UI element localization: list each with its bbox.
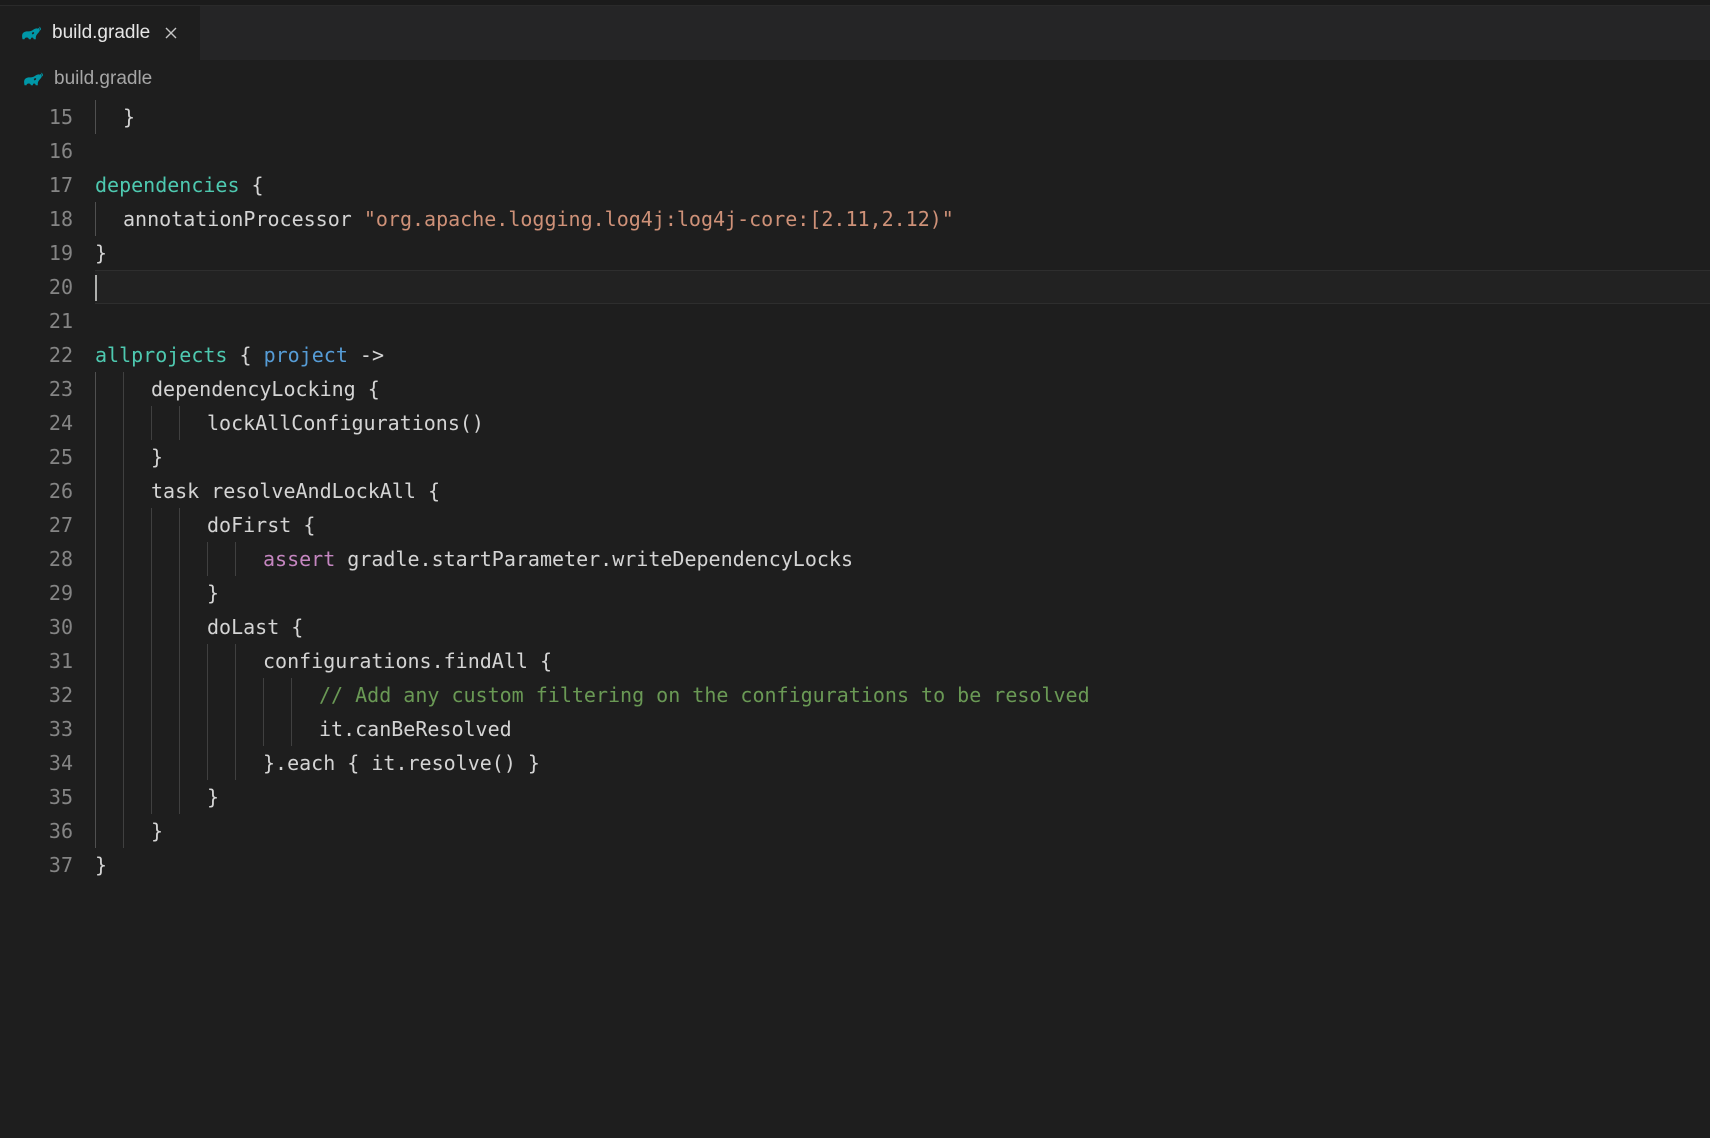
code-token: }: [95, 236, 107, 270]
code-token: }: [151, 440, 163, 474]
line-number: 34: [0, 746, 73, 780]
code-editor[interactable]: 1516171819202122232425262728293031323334…: [0, 98, 1710, 1138]
code-token: dependencyLocking {: [151, 372, 380, 406]
line-number: 24: [0, 406, 73, 440]
code-token: lockAllConfigurations(): [207, 406, 484, 440]
tab-build-gradle[interactable]: build.gradle: [0, 6, 201, 60]
editor-tabbar: build.gradle: [0, 6, 1710, 60]
code-line[interactable]: configurations.findAll {: [95, 644, 1710, 678]
line-number: 26: [0, 474, 73, 508]
code-line[interactable]: dependencies {: [95, 168, 1710, 202]
line-number: 18: [0, 202, 73, 236]
breadcrumb-filename[interactable]: build.gradle: [54, 68, 152, 90]
code-token: gradle.startParameter.writeDependencyLoc…: [335, 542, 853, 576]
line-number: 28: [0, 542, 73, 576]
code-line[interactable]: allprojects { project ->: [95, 338, 1710, 372]
code-token: {: [240, 168, 264, 202]
line-number: 37: [0, 848, 73, 882]
code-token: }.each { it.resolve() }: [263, 746, 540, 780]
gradle-elephant-icon: [22, 70, 44, 88]
code-line[interactable]: }: [95, 100, 1710, 134]
code-line[interactable]: it.canBeResolved: [95, 712, 1710, 746]
code-token: }: [207, 576, 219, 610]
code-token: assert: [263, 542, 335, 576]
code-token: }: [95, 848, 107, 882]
line-number: 33: [0, 712, 73, 746]
line-number: 32: [0, 678, 73, 712]
line-number: 25: [0, 440, 73, 474]
code-token: "org.apache.logging.log4j:log4j-core:[2.…: [364, 202, 954, 236]
line-number: 23: [0, 372, 73, 406]
code-line[interactable]: dependencyLocking {: [95, 372, 1710, 406]
code-token: ->: [348, 338, 384, 372]
code-token: // Add any custom filtering on the confi…: [319, 678, 1090, 712]
line-number: 29: [0, 576, 73, 610]
code-token: }: [207, 780, 219, 814]
code-line[interactable]: [95, 134, 1710, 168]
code-token: {: [227, 338, 263, 372]
tab-label: build.gradle: [52, 22, 150, 44]
code-token: doLast {: [207, 610, 303, 644]
code-line[interactable]: lockAllConfigurations(): [95, 406, 1710, 440]
code-line[interactable]: [95, 304, 1710, 338]
code-line[interactable]: doFirst {: [95, 508, 1710, 542]
breadcrumb-bar: build.gradle: [0, 60, 1710, 98]
code-token: }: [123, 100, 135, 134]
code-content[interactable]: }dependencies {annotationProcessor "org.…: [95, 98, 1710, 1138]
line-number: 36: [0, 814, 73, 848]
code-token: it.canBeResolved: [319, 712, 512, 746]
line-number: 30: [0, 610, 73, 644]
line-number: 17: [0, 168, 73, 202]
code-token: }: [151, 814, 163, 848]
text-cursor: [95, 275, 97, 301]
line-number: 21: [0, 304, 73, 338]
code-line[interactable]: }: [95, 814, 1710, 848]
code-line[interactable]: }: [95, 576, 1710, 610]
line-number: 22: [0, 338, 73, 372]
code-token: project: [264, 338, 348, 372]
code-line[interactable]: // Add any custom filtering on the confi…: [95, 678, 1710, 712]
line-number: 35: [0, 780, 73, 814]
code-token: configurations.findAll {: [263, 644, 552, 678]
code-line[interactable]: task resolveAndLockAll {: [95, 474, 1710, 508]
line-number-gutter: 1516171819202122232425262728293031323334…: [0, 98, 95, 1138]
line-number: 20: [0, 270, 73, 304]
code-token: allprojects: [95, 338, 227, 372]
code-line[interactable]: }.each { it.resolve() }: [95, 746, 1710, 780]
code-line[interactable]: annotationProcessor "org.apache.logging.…: [95, 202, 1710, 236]
code-token: dependencies: [95, 168, 240, 202]
code-line[interactable]: }: [95, 848, 1710, 882]
code-line[interactable]: }: [95, 236, 1710, 270]
line-number: 16: [0, 134, 73, 168]
code-token: task resolveAndLockAll {: [151, 474, 440, 508]
line-number: 15: [0, 100, 73, 134]
line-number: 27: [0, 508, 73, 542]
code-line[interactable]: }: [95, 780, 1710, 814]
code-line[interactable]: [95, 270, 1710, 304]
line-number: 31: [0, 644, 73, 678]
code-token: annotationProcessor: [123, 202, 364, 236]
gradle-elephant-icon: [20, 24, 42, 42]
line-number: 19: [0, 236, 73, 270]
code-line[interactable]: }: [95, 440, 1710, 474]
code-line[interactable]: assert gradle.startParameter.writeDepend…: [95, 542, 1710, 576]
code-line[interactable]: doLast {: [95, 610, 1710, 644]
code-token: doFirst {: [207, 508, 315, 542]
close-icon[interactable]: [160, 22, 182, 44]
